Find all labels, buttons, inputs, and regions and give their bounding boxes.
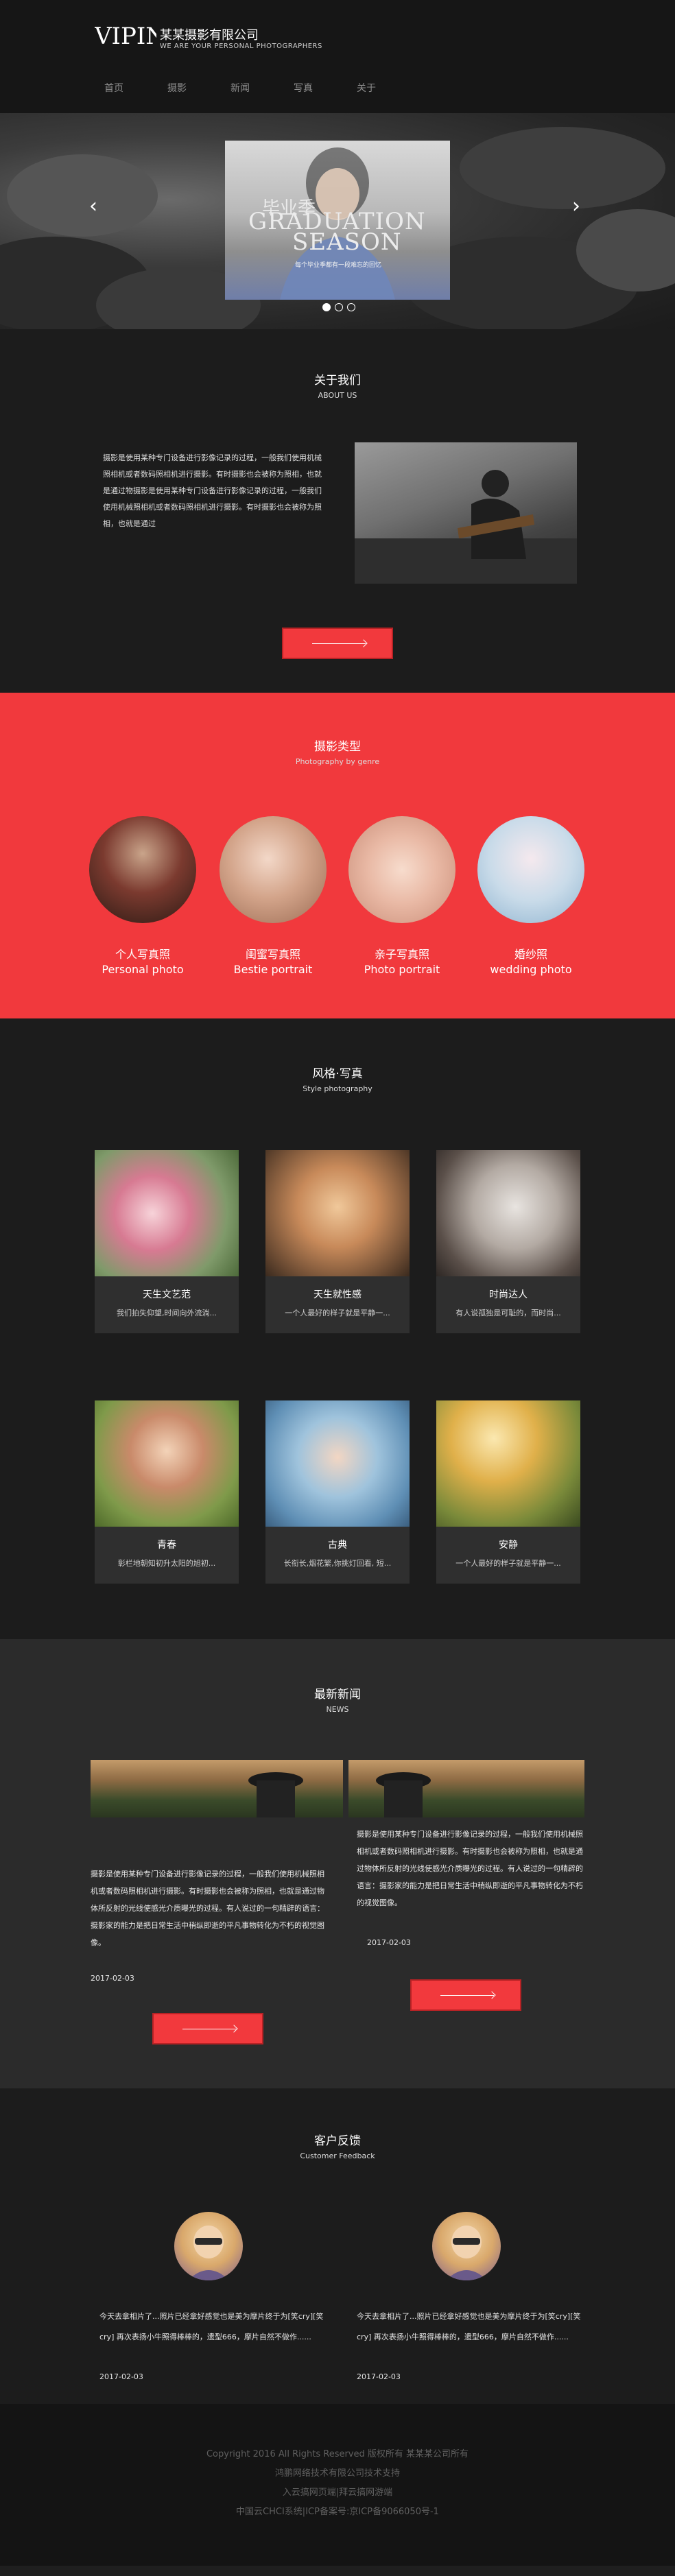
company-name: 某某摄影有限公司 [160,28,259,43]
section-title: 最新新闻 [314,1688,361,1702]
avatar [432,2212,501,2280]
section-subtitle: Photography by genre [295,757,380,766]
genre-image-family[interactable] [348,816,455,923]
nav-item-about[interactable]: 关于 [335,81,398,95]
style-card[interactable]: 古典 长衔长,烟花繁,你挑灯回看, 短... [265,1400,410,1584]
genre-en-label: wedding photo [490,963,572,976]
style-card[interactable]: 天生就性感 一个人最好的样子就是平静一... [265,1150,410,1333]
card-image [95,1150,239,1276]
news-date: 2017-02-03 [367,1938,411,1947]
card-title: 时尚达人 [489,1289,528,1300]
section-subtitle: NEWS [326,1705,349,1714]
news-image[interactable] [91,1760,343,1817]
card-description: 我们拍失仰望,时间向外流淌... [117,1309,217,1317]
genre-image-personal[interactable] [89,816,196,923]
card-description: 有人说孤独是可耻的，而时尚... [455,1309,561,1317]
site-footer: Copyright 2016 All Rights Reserved 版权所有 … [0,2404,675,2566]
prev-slide-icon[interactable]: ‹ [89,194,97,218]
arrow-right-icon [312,643,366,644]
card-image [436,1400,580,1527]
card-title: 天生就性感 [313,1289,362,1300]
slider-dot[interactable] [335,303,343,311]
genre-en-label: Bestie portrait [233,963,313,976]
hero-slider: 毕业季 GRADUATION SEASON 每个毕业季都有一段难忘的回忆 ‹ › [0,113,675,329]
feedback-text: 今天去拿相片了...照片已经拿好感觉也是美为摩片终于为[笑cry][笑cry] … [357,2312,581,2341]
genre-cn-label[interactable]: 婚纱照 [462,945,600,962]
news-more-button[interactable] [152,2013,263,2044]
card-description: 一个人最好的样子就是平静一... [285,1309,390,1317]
about-photo [355,442,577,584]
card-description: 彰栏地朝知初升太阳的旭初... [117,1559,216,1568]
genre-en-label: Photo portrait [364,963,440,976]
about-more-button[interactable] [282,628,393,659]
arrow-right-icon [440,1995,494,1996]
site-header: VIPIN 某某摄影有限公司 WE ARE YOUR PERSONAL PHOT… [0,0,675,113]
genre-cn-label[interactable]: 个人写真照 [74,945,211,962]
footer-support-text[interactable]: 鸿鹏网络技术有限公司技术支持 [0,2466,675,2479]
slider-dot[interactable] [322,303,331,311]
section-title: 摄影类型 [314,740,361,754]
card-image [436,1150,580,1276]
footer-icp-text[interactable]: 中国云CHCI系统|ICP备案号:京ICP备9066050号-1 [0,2504,675,2517]
main-nav: 首页 摄影 新闻 写真 关于 [82,81,398,95]
style-section: 风格·写真 Style photography 天生文艺范 我们拍失仰望,时间向… [0,1018,675,1639]
news-text: 摄影是使用某种专门设备进行影像记录的过程，一般我们使用机械照相机或者数码照相机进… [357,1830,583,1907]
nav-item-portrait[interactable]: 写真 [272,81,335,95]
nav-item-photography[interactable]: 摄影 [145,81,209,95]
slider-dot[interactable] [347,303,355,311]
card-description: 一个人最好的样子就是平静一... [455,1559,561,1568]
about-text: 摄影是使用某种专门设备进行影像记录的过程，一般我们使用机械照相机或者数码照相机进… [103,453,322,528]
logo-icon[interactable]: VIPIN [95,21,156,49]
avatar [174,2212,243,2280]
section-subtitle: Customer Feedback [300,2151,375,2160]
svg-text:VIPIN: VIPIN [95,23,156,49]
card-description: 长衔长,烟花繁,你挑灯回看, 短... [283,1559,392,1568]
company-slogan: WE ARE YOUR PERSONAL PHOTOGRAPHERS [160,43,322,50]
next-slide-icon[interactable]: › [572,194,580,218]
genre-section: 摄影类型 Photography by genre 个人写真照 Personal… [0,693,675,1018]
genre-en-label: Personal photo [102,963,184,976]
feedback-date: 2017-02-03 [357,2372,401,2381]
section-subtitle: Style photography [303,1084,372,1093]
section-title: 客户反馈 [314,2134,361,2148]
footer-links-text[interactable]: 入云搞网页端|拜云搞网游端 [0,2485,675,2498]
genre-cn-label[interactable]: 亲子写真照 [333,945,471,962]
section-subtitle: ABOUT US [318,391,357,400]
hero-title-line2: SEASON [292,228,402,256]
card-title: 天生文艺范 [143,1289,191,1300]
news-date: 2017-02-03 [91,1974,134,1983]
card-title: 安静 [499,1540,518,1551]
style-card[interactable]: 时尚达人 有人说孤独是可耻的，而时尚... [436,1150,580,1333]
style-card[interactable]: 安静 一个人最好的样子就是平静一... [436,1400,580,1584]
genre-image-wedding[interactable] [477,816,584,923]
nav-item-news[interactable]: 新闻 [209,81,272,95]
style-card[interactable]: 天生文艺范 我们拍失仰望,时间向外流淌... [95,1150,239,1333]
card-image [265,1400,410,1527]
news-text: 摄影是使用某种专门设备进行影像记录的过程，一般我们使用机械照相机或者数码照相机进… [91,1870,324,1947]
genre-image-bestie[interactable] [220,816,327,923]
section-title: 关于我们 [314,374,361,387]
section-title: 风格·写真 [312,1067,363,1081]
news-image[interactable] [348,1760,584,1817]
copyright-text: Copyright 2016 All Rights Reserved 版权所有 … [206,2449,469,2459]
genre-cn-label[interactable]: 闺蜜写真照 [204,945,342,962]
news-section: 最新新闻 NEWS 摄影是使用某种专门设备进行影像记录的过程，一般我们使用机械照… [0,1639,675,2088]
style-card[interactable]: 青春 彰栏地朝知初升太阳的旭初... [95,1400,239,1584]
hero-subtitle: 每个毕业季都有一段难忘的回忆 [295,262,382,269]
card-image [265,1150,410,1276]
feedback-date: 2017-02-03 [99,2372,143,2381]
feedback-text: 今天去拿相片了...照片已经拿好感觉也是美为摩片终于为[笑cry][笑cry] … [99,2312,324,2341]
about-section: 关于我们 ABOUT US 摄影是使用某种专门设备进行影像记录的过程，一般我们使… [0,329,675,693]
card-title: 古典 [328,1540,347,1551]
nav-item-home[interactable]: 首页 [82,81,145,95]
card-title: 青春 [157,1540,176,1551]
card-image [95,1400,239,1527]
feedback-section: 客户反馈 Customer Feedback 今天去拿相片了...照片已经拿好感… [0,2088,675,2404]
news-more-button[interactable] [410,1979,521,2011]
slider-dots [322,303,355,311]
